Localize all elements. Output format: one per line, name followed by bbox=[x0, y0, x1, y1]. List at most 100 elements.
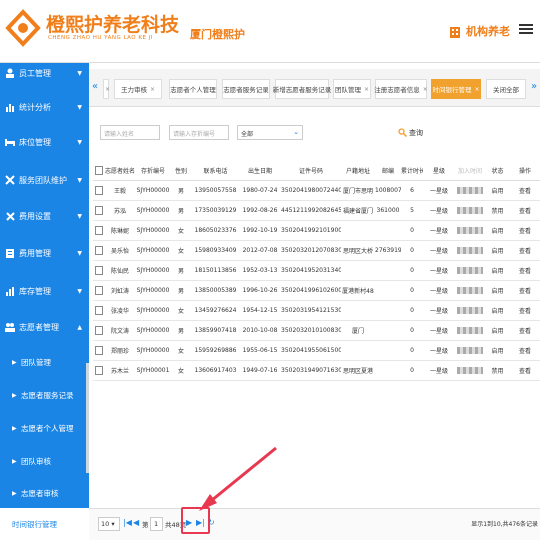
column-header: 联系电话 bbox=[192, 162, 239, 181]
table-cell-birth: 1949-07-16 bbox=[239, 360, 281, 381]
tab-close-all[interactable]: 关闭全部 bbox=[486, 79, 526, 99]
sidebar-scrollbar[interactable] bbox=[86, 363, 89, 473]
sidebar-subitem-team[interactable]: ▶ 团队管理 bbox=[0, 346, 89, 378]
view-link[interactable]: 查看 bbox=[510, 360, 540, 381]
table-cell-star: 一星级 bbox=[423, 320, 455, 341]
annotation-highlight-box bbox=[181, 507, 210, 534]
table-cell-phone: 13459276624 bbox=[192, 300, 239, 321]
sidebar-item-service-team[interactable]: 服务团队维护 ▼ bbox=[0, 164, 89, 196]
sidebar-item-volunteers[interactable]: 志愿者管理 ▲ bbox=[0, 311, 89, 343]
row-checkbox[interactable] bbox=[93, 340, 104, 361]
sidebar-subitem-volunteer-review[interactable]: ▶ 志愿者审核 bbox=[0, 477, 89, 509]
sidebar-item-fee-settings[interactable]: 费用设置 ▼ bbox=[0, 200, 89, 232]
view-link[interactable]: 查看 bbox=[510, 240, 540, 261]
org-type-label[interactable]: 机构养老 bbox=[466, 23, 510, 39]
close-icon[interactable]: × bbox=[423, 86, 428, 93]
table-cell-gender: 女 bbox=[170, 220, 192, 241]
tab-service-record[interactable]: 志愿者服务记录 bbox=[222, 79, 270, 99]
view-link[interactable]: 查看 bbox=[510, 200, 540, 221]
sidebar-item-inventory[interactable]: 库存管理 ▼ bbox=[0, 275, 89, 307]
tab-team[interactable]: 团队管理 × bbox=[333, 79, 371, 99]
scroll-right-icon[interactable]: » bbox=[531, 81, 537, 92]
page-size-select[interactable]: 10 ▾ bbox=[98, 517, 120, 531]
tab-prev-stub[interactable]: × bbox=[103, 79, 110, 99]
chevron-up-icon: ▲ bbox=[77, 323, 82, 331]
status-select[interactable]: 全部 ⌄ bbox=[237, 125, 303, 140]
table-cell-phone: 18150113856 bbox=[192, 260, 239, 281]
page-number-input[interactable]: 1 bbox=[150, 517, 163, 531]
sidebar-item-staff[interactable]: 员工管理 ▼ bbox=[0, 63, 89, 89]
join-time-redacted bbox=[455, 180, 485, 201]
page-size-value: 10 bbox=[101, 520, 110, 528]
table-cell-id: 350204195203134017 bbox=[281, 260, 341, 281]
view-link[interactable]: 查看 bbox=[510, 260, 540, 281]
table-cell-star: 一星级 bbox=[423, 280, 455, 301]
tab-volunteer-personal[interactable]: 志愿者个人管理 bbox=[169, 79, 217, 99]
sidebar-item-stats[interactable]: 统计分析 ▼ bbox=[0, 91, 89, 123]
row-checkbox[interactable] bbox=[93, 260, 104, 281]
table-cell-birth: 2010-10-08 bbox=[239, 320, 281, 341]
status-badge: 禁用 bbox=[485, 360, 510, 381]
table-cell-zip: 100800724 bbox=[375, 180, 401, 201]
first-page-icon[interactable]: |◀ bbox=[123, 518, 132, 527]
chevron-down-icon: ⌄ bbox=[293, 128, 299, 136]
row-checkbox[interactable] bbox=[93, 300, 104, 321]
caret-right-icon: ▶ bbox=[12, 489, 17, 497]
row-checkbox[interactable] bbox=[93, 320, 104, 341]
table-row[interactable]: 苏木兰 SJYH00001 女 13606917403 1949-07-16 350203… bbox=[93, 360, 540, 381]
tab-wangli-review[interactable]: 王力审核 × bbox=[114, 79, 162, 99]
sidebar-item-fee-management[interactable]: 费用管理 ▼ bbox=[0, 237, 89, 269]
view-link[interactable]: 查看 bbox=[510, 180, 540, 201]
account-search-input[interactable]: 请输入存折编号 bbox=[169, 125, 229, 140]
query-button[interactable]: 查询 bbox=[398, 125, 423, 140]
status-select-value: 全部 bbox=[241, 131, 254, 138]
table-row[interactable]: 吴乐怡 SJYH00000 女 15980933409 2012-07-08 350203… bbox=[93, 240, 540, 261]
sidebar-subitem-time-bank[interactable]: 时间银行管理 bbox=[0, 508, 89, 540]
close-icon[interactable]: × bbox=[364, 86, 369, 93]
sidebar-subitem-service-record[interactable]: ▶ 志愿者服务记录 bbox=[0, 379, 89, 411]
view-link[interactable]: 查看 bbox=[510, 220, 540, 241]
table-cell-phone: 15980933409 bbox=[192, 240, 239, 261]
table-row[interactable]: 阮文涛 SJYH00000 男 13859907418 2010-10-08 350203… bbox=[93, 320, 540, 341]
table-header-row: 志愿者姓名 存折编号 性别 联系电话 出生日期 证件号码 户籍地址 邮编 累计时… bbox=[93, 162, 540, 181]
table-cell-id: 350204199210190046 bbox=[281, 220, 341, 241]
table-row[interactable]: 张凌华 SJYH00000 女 13459276624 1954-12-15 350203… bbox=[93, 300, 540, 321]
table-row[interactable]: 王毅 SJYH00000 男 13950057558 1980-07-24 3502041… bbox=[93, 180, 540, 201]
table-cell-zip bbox=[375, 360, 401, 381]
row-checkbox[interactable] bbox=[93, 220, 104, 241]
row-checkbox[interactable] bbox=[93, 280, 104, 301]
table-row[interactable]: 陈琳妮 SJYH00000 女 18605023376 1992-10-19 350204… bbox=[93, 220, 540, 241]
table-cell-hours: 5 bbox=[401, 200, 423, 221]
bed-icon bbox=[5, 139, 15, 146]
prev-page-icon[interactable]: ◀ bbox=[133, 518, 139, 527]
table-row[interactable]: 刘虹涛 SJYH00000 男 13850005389 1996-10-26 350204… bbox=[93, 280, 540, 301]
scroll-left-icon[interactable]: « bbox=[92, 81, 98, 92]
sidebar-item-beds[interactable]: 床位管理 ▼ bbox=[0, 126, 89, 158]
view-link[interactable]: 查看 bbox=[510, 340, 540, 361]
row-checkbox[interactable] bbox=[93, 360, 104, 381]
sidebar-subitem-team-review[interactable]: ▶ 团队审核 bbox=[0, 445, 89, 477]
view-link[interactable]: 查看 bbox=[510, 320, 540, 341]
view-link[interactable]: 查看 bbox=[510, 280, 540, 301]
menu-toggle-icon[interactable] bbox=[519, 22, 533, 36]
table-row[interactable]: 苏泓 SJYH00000 男 17350039129 1992-08-26 4451211… bbox=[93, 200, 540, 221]
table-cell-star: 一星级 bbox=[423, 200, 455, 221]
name-search-input[interactable]: 请输入姓名 bbox=[100, 125, 160, 140]
tab-time-bank[interactable]: 时间银行管理 × bbox=[431, 79, 481, 99]
select-all-checkbox[interactable] bbox=[93, 162, 104, 181]
close-icon[interactable]: × bbox=[150, 86, 155, 93]
tab-new-service-record[interactable]: 新增志愿者服务记录 bbox=[273, 79, 331, 99]
column-header: 操作 bbox=[510, 162, 540, 181]
chevron-down-icon: ▼ bbox=[77, 176, 82, 184]
row-checkbox[interactable] bbox=[93, 200, 104, 221]
sidebar-subitem-personal[interactable]: ▶ 志愿者个人管理 bbox=[0, 412, 89, 444]
tab-register-volunteer[interactable]: 注册志愿者信息 × bbox=[374, 79, 428, 99]
column-header: 加入时间 bbox=[455, 162, 485, 181]
status-badge: 启用 bbox=[485, 260, 510, 281]
row-checkbox[interactable] bbox=[93, 180, 104, 201]
view-link[interactable]: 查看 bbox=[510, 300, 540, 321]
row-checkbox[interactable] bbox=[93, 240, 104, 261]
close-icon[interactable]: × bbox=[474, 86, 479, 93]
table-row[interactable]: 陈仙民 SJYH00000 男 18150113856 1952-03-13 350204… bbox=[93, 260, 540, 281]
table-row[interactable]: 郑丽珍 SJYH00000 女 15959269886 1955-06-15 350204… bbox=[93, 340, 540, 361]
